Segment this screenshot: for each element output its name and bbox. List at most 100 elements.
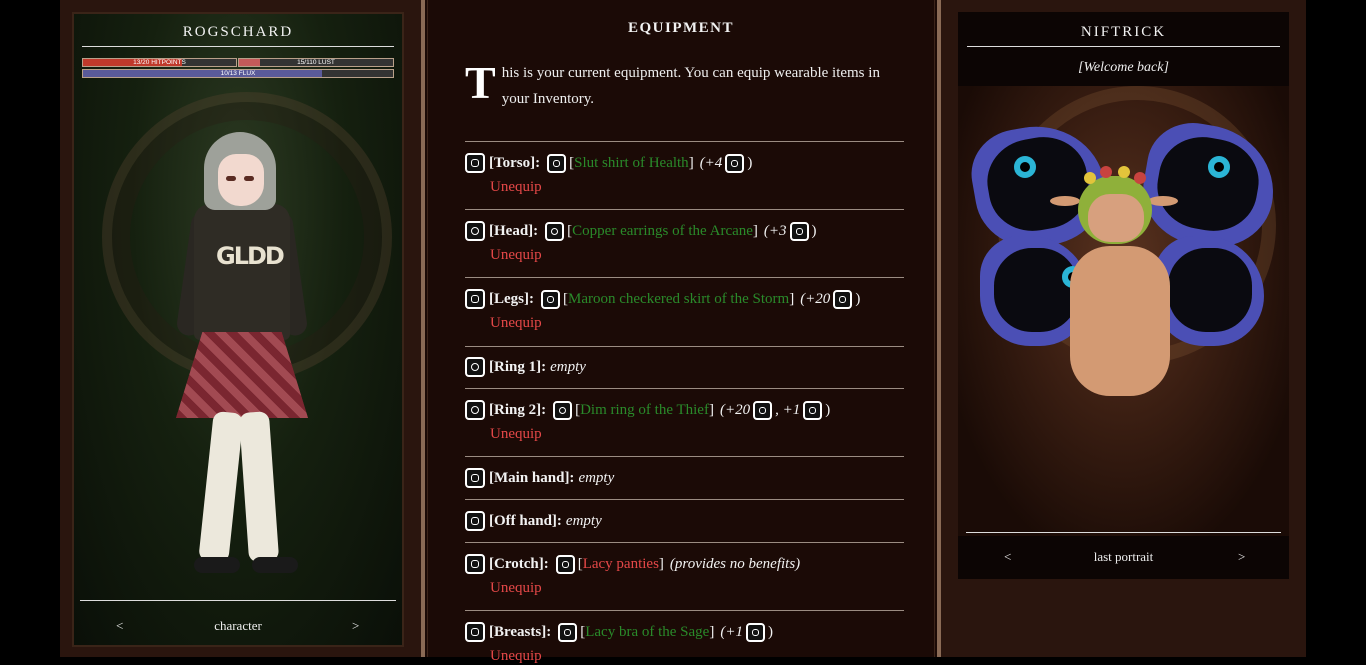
bracket: ] [708,401,714,418]
slot-divider [465,542,904,543]
item-link-ring2[interactable]: Dim ring of the Thief [580,402,709,419]
item-link-head[interactable]: Copper earrings of the Arcane [572,223,753,240]
panties-icon [555,554,575,574]
bonus-close: ) [747,154,753,171]
slot-divider [465,499,904,500]
bracket: ] [658,555,664,572]
item-bonus: (+4 [699,154,723,171]
slot-label: [Head]: [489,222,539,239]
bra-item-icon [558,622,578,642]
headphones-icon [465,221,485,241]
equipment-intro: T his is your current equipment. You can… [465,60,905,112]
slot-divider [465,277,904,278]
flux-bar: 10/13 FLUX [82,69,394,78]
slot-label: [Main hand]: [489,469,575,486]
ring-item-icon [553,400,573,420]
earring-icon [545,221,565,241]
lust-bar: 15/110 LUST [238,58,394,67]
unequip-ring2-button[interactable]: Unequip [490,426,542,443]
item-bonus: (+20 [719,401,751,418]
equipment-heading: EQUIPMENT [627,20,734,36]
slot-label: [Off hand]: [489,512,562,529]
character-prev-button[interactable]: < [116,618,123,634]
bracket: ] [752,222,758,239]
slot-label: [Ring 2]: [489,401,547,418]
portrait-nav: last portrait < > [958,549,1289,569]
slot-label: [Legs]: [489,290,534,307]
slot-label: [Breasts]: [489,623,552,640]
item-link-torso[interactable]: Slut shirt of Health [574,155,689,172]
empty-slot-text: empty [565,512,602,529]
hand-icon [465,468,485,488]
health-icon [725,153,745,173]
item-bonus: (+1 [720,623,743,640]
legs-icon [465,289,485,309]
carousel-divider [966,532,1281,533]
shirt-icon [547,153,567,173]
bonus-close: ) [825,401,831,418]
flux-label: 10/13 FLUX [220,70,256,77]
item-bonus: (+20 [800,290,831,307]
empty-slot-text: empty [578,469,615,486]
slot-divider [465,209,904,210]
portrait-prev-button[interactable]: < [1004,549,1011,565]
empty-slot-text: empty [550,358,586,375]
flux-fill [83,70,322,77]
carousel-divider [80,600,396,601]
slot-divider [465,346,904,347]
bra-icon [465,622,485,642]
item-link-crotch[interactable]: Lacy panties [583,556,659,573]
slot-divider [465,141,904,142]
lust-label: 15/110 LUST [297,59,335,66]
portrait-panel: NIFTRICK [Welcome back] last portrait < … [958,12,1289,579]
hitpoints-bar: 13/20 HITPOINTS [82,58,237,67]
character-panel: ROGSCHARD 13/20 HITPOINTS 15/110 LUST 10… [72,12,404,647]
portrait-name: NIFTRICK [1080,24,1167,40]
unequip-head-button[interactable]: Unequip [490,247,542,264]
character-name: ROGSCHARD [182,24,294,40]
welcome-message: [Welcome back] [1078,60,1169,75]
lightning-icon [833,289,853,309]
unequip-legs-button[interactable]: Unequip [490,315,542,332]
character-next-button[interactable]: > [352,618,359,634]
character-nav: character < > [72,618,404,638]
bonus-close: ) [811,222,817,239]
bracket: ] [688,154,694,171]
intro-text: his is your current equipment. You can e… [501,65,880,107]
bracket: ] [789,290,795,307]
unequip-crotch-button[interactable]: Unequip [490,580,542,597]
item-bonus: (+3 [763,222,787,239]
slot-label: [Ring 1]: [489,358,547,375]
hitpoints-label: 13/20 HITPOINTS [133,59,186,66]
item-link-legs[interactable]: Maroon checkered skirt of the Storm [568,291,789,308]
arcane-icon [789,221,809,241]
portrait-image [958,86,1289,536]
title-divider [82,46,394,47]
lust-fill [239,59,260,66]
ring-icon [465,400,485,420]
bonus-close: ) [855,290,861,307]
unequip-torso-button[interactable]: Unequip [490,179,542,196]
intro-dropcap: T [465,57,496,108]
item-link-breasts[interactable]: Lacy bra of the Sage [585,624,709,641]
feather-icon [465,554,485,574]
slot-divider [465,610,904,611]
item-bonus-secondary: , +1 [775,401,801,418]
torso-icon [465,153,485,173]
bonus-close: ) [767,623,773,640]
skirt-icon [541,289,560,309]
bracket: ] [709,623,715,640]
slot-label: [Crotch]: [489,555,549,572]
ring-icon [465,357,485,377]
equipment-panel: EQUIPMENT T his is your current equipmen… [421,0,941,664]
sage-icon [745,622,765,642]
slot-divider [465,456,904,457]
portrait-next-button[interactable]: > [1238,549,1245,565]
crossed-swords-icon [803,400,823,420]
title-divider [967,46,1280,47]
shield-icon [465,511,485,531]
slot-label: [Torso]: [489,154,541,171]
thief-icon [753,400,773,420]
slot-divider [465,388,904,389]
item-bonus: (provides no benefits) [669,555,801,572]
